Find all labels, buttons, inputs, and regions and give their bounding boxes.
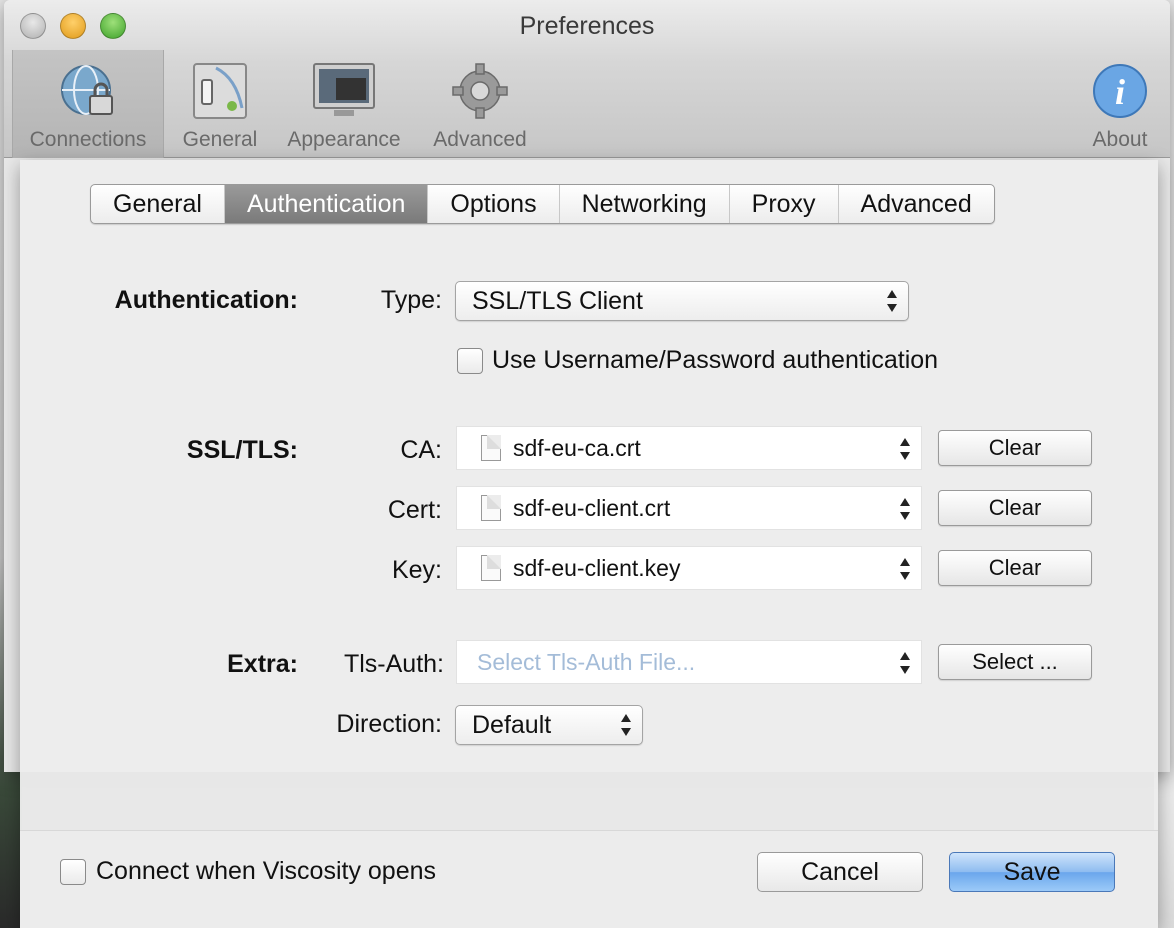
cert-file-value: sdf-eu-client.crt: [513, 495, 671, 521]
use-userpass-checkbox[interactable]: [457, 348, 483, 374]
clear-key-button[interactable]: Clear: [938, 550, 1092, 586]
toolbar-advanced-label: Advanced: [433, 128, 527, 151]
svg-text:i: i: [1115, 72, 1125, 112]
popup-arrows-icon: [899, 496, 911, 522]
toolbar-connections[interactable]: Connections: [12, 50, 164, 158]
tab-proxy[interactable]: Proxy: [730, 185, 839, 223]
toolbar-general[interactable]: General: [172, 60, 268, 152]
auth-type-value: SSL/TLS Client: [472, 287, 643, 315]
toolbar-advanced[interactable]: Advanced: [422, 60, 538, 152]
ca-file-popup[interactable]: sdf-eu-ca.crt: [456, 426, 922, 470]
toolbar-connections-label: Connections: [29, 128, 147, 151]
cert-file-popup[interactable]: sdf-eu-client.crt: [456, 486, 922, 530]
tab-general[interactable]: General: [91, 185, 225, 223]
connection-editor-sheet: General Authentication Options Networkin…: [20, 160, 1158, 928]
gear-icon: [452, 63, 508, 119]
tab-networking[interactable]: Networking: [560, 185, 730, 223]
popup-arrows-icon: [620, 712, 632, 738]
key-label: Key:: [391, 556, 442, 584]
document-icon: [481, 435, 501, 461]
ssl-section-label: SSL/TLS:: [186, 436, 298, 464]
document-icon: [481, 495, 501, 521]
connect-on-open-label: Connect when Viscosity opens: [96, 857, 437, 885]
authentication-section-label: Authentication:: [114, 286, 298, 314]
tab-options[interactable]: Options: [428, 185, 560, 223]
clear-cert-button[interactable]: Clear: [938, 490, 1092, 526]
popup-arrows-icon: [886, 288, 898, 314]
type-label: Type:: [380, 286, 442, 314]
ca-label: CA:: [400, 436, 442, 464]
direction-popup[interactable]: Default: [455, 705, 643, 745]
connect-on-open-checkbox[interactable]: [60, 859, 86, 885]
tab-authentication[interactable]: Authentication: [224, 185, 429, 223]
switch-icon: [193, 63, 247, 119]
key-file-popup[interactable]: sdf-eu-client.key: [456, 546, 922, 590]
tab-bar: General Authentication Options Networkin…: [90, 184, 995, 224]
direction-value: Default: [472, 711, 552, 739]
ca-file-value: sdf-eu-ca.crt: [513, 435, 641, 461]
auth-type-popup[interactable]: SSL/TLS Client: [455, 281, 909, 321]
direction-label: Direction:: [336, 710, 442, 738]
toolbar-appearance[interactable]: Appearance: [276, 60, 412, 152]
monitor-icon: [313, 63, 375, 116]
title-bar: Preferences Connections General Appearan…: [4, 0, 1170, 158]
extra-section-label: Extra:: [227, 650, 298, 678]
save-button[interactable]: Save: [949, 852, 1115, 892]
toolbar-appearance-label: Appearance: [287, 128, 401, 151]
tls-auth-placeholder: Select Tls-Auth File...: [477, 649, 696, 675]
tls-auth-popup[interactable]: Select Tls-Auth File...: [456, 640, 922, 684]
info-icon: i: [1093, 64, 1147, 118]
popup-arrows-icon: [899, 436, 911, 462]
toolbar-about-label: About: [1092, 128, 1148, 151]
use-userpass-label: Use Username/Password authentication: [492, 346, 939, 374]
tab-advanced[interactable]: Advanced: [839, 185, 994, 223]
cert-label: Cert:: [387, 496, 442, 524]
toolbar-about[interactable]: i About: [1080, 60, 1160, 152]
window-title: Preferences: [519, 12, 655, 40]
tls-auth-label: Tls-Auth:: [343, 650, 444, 678]
popup-arrows-icon: [899, 556, 911, 582]
toolbar-general-label: General: [182, 128, 258, 151]
cancel-button[interactable]: Cancel: [757, 852, 923, 892]
popup-arrows-icon: [899, 650, 911, 676]
document-icon: [481, 555, 501, 581]
select-tls-auth-button[interactable]: Select ...: [938, 644, 1092, 680]
sheet-footer: Connect when Viscosity opens Cancel Save: [20, 830, 1158, 928]
globe-lock-icon: [61, 65, 113, 115]
key-file-value: sdf-eu-client.key: [513, 555, 681, 581]
clear-ca-button[interactable]: Clear: [938, 430, 1092, 466]
